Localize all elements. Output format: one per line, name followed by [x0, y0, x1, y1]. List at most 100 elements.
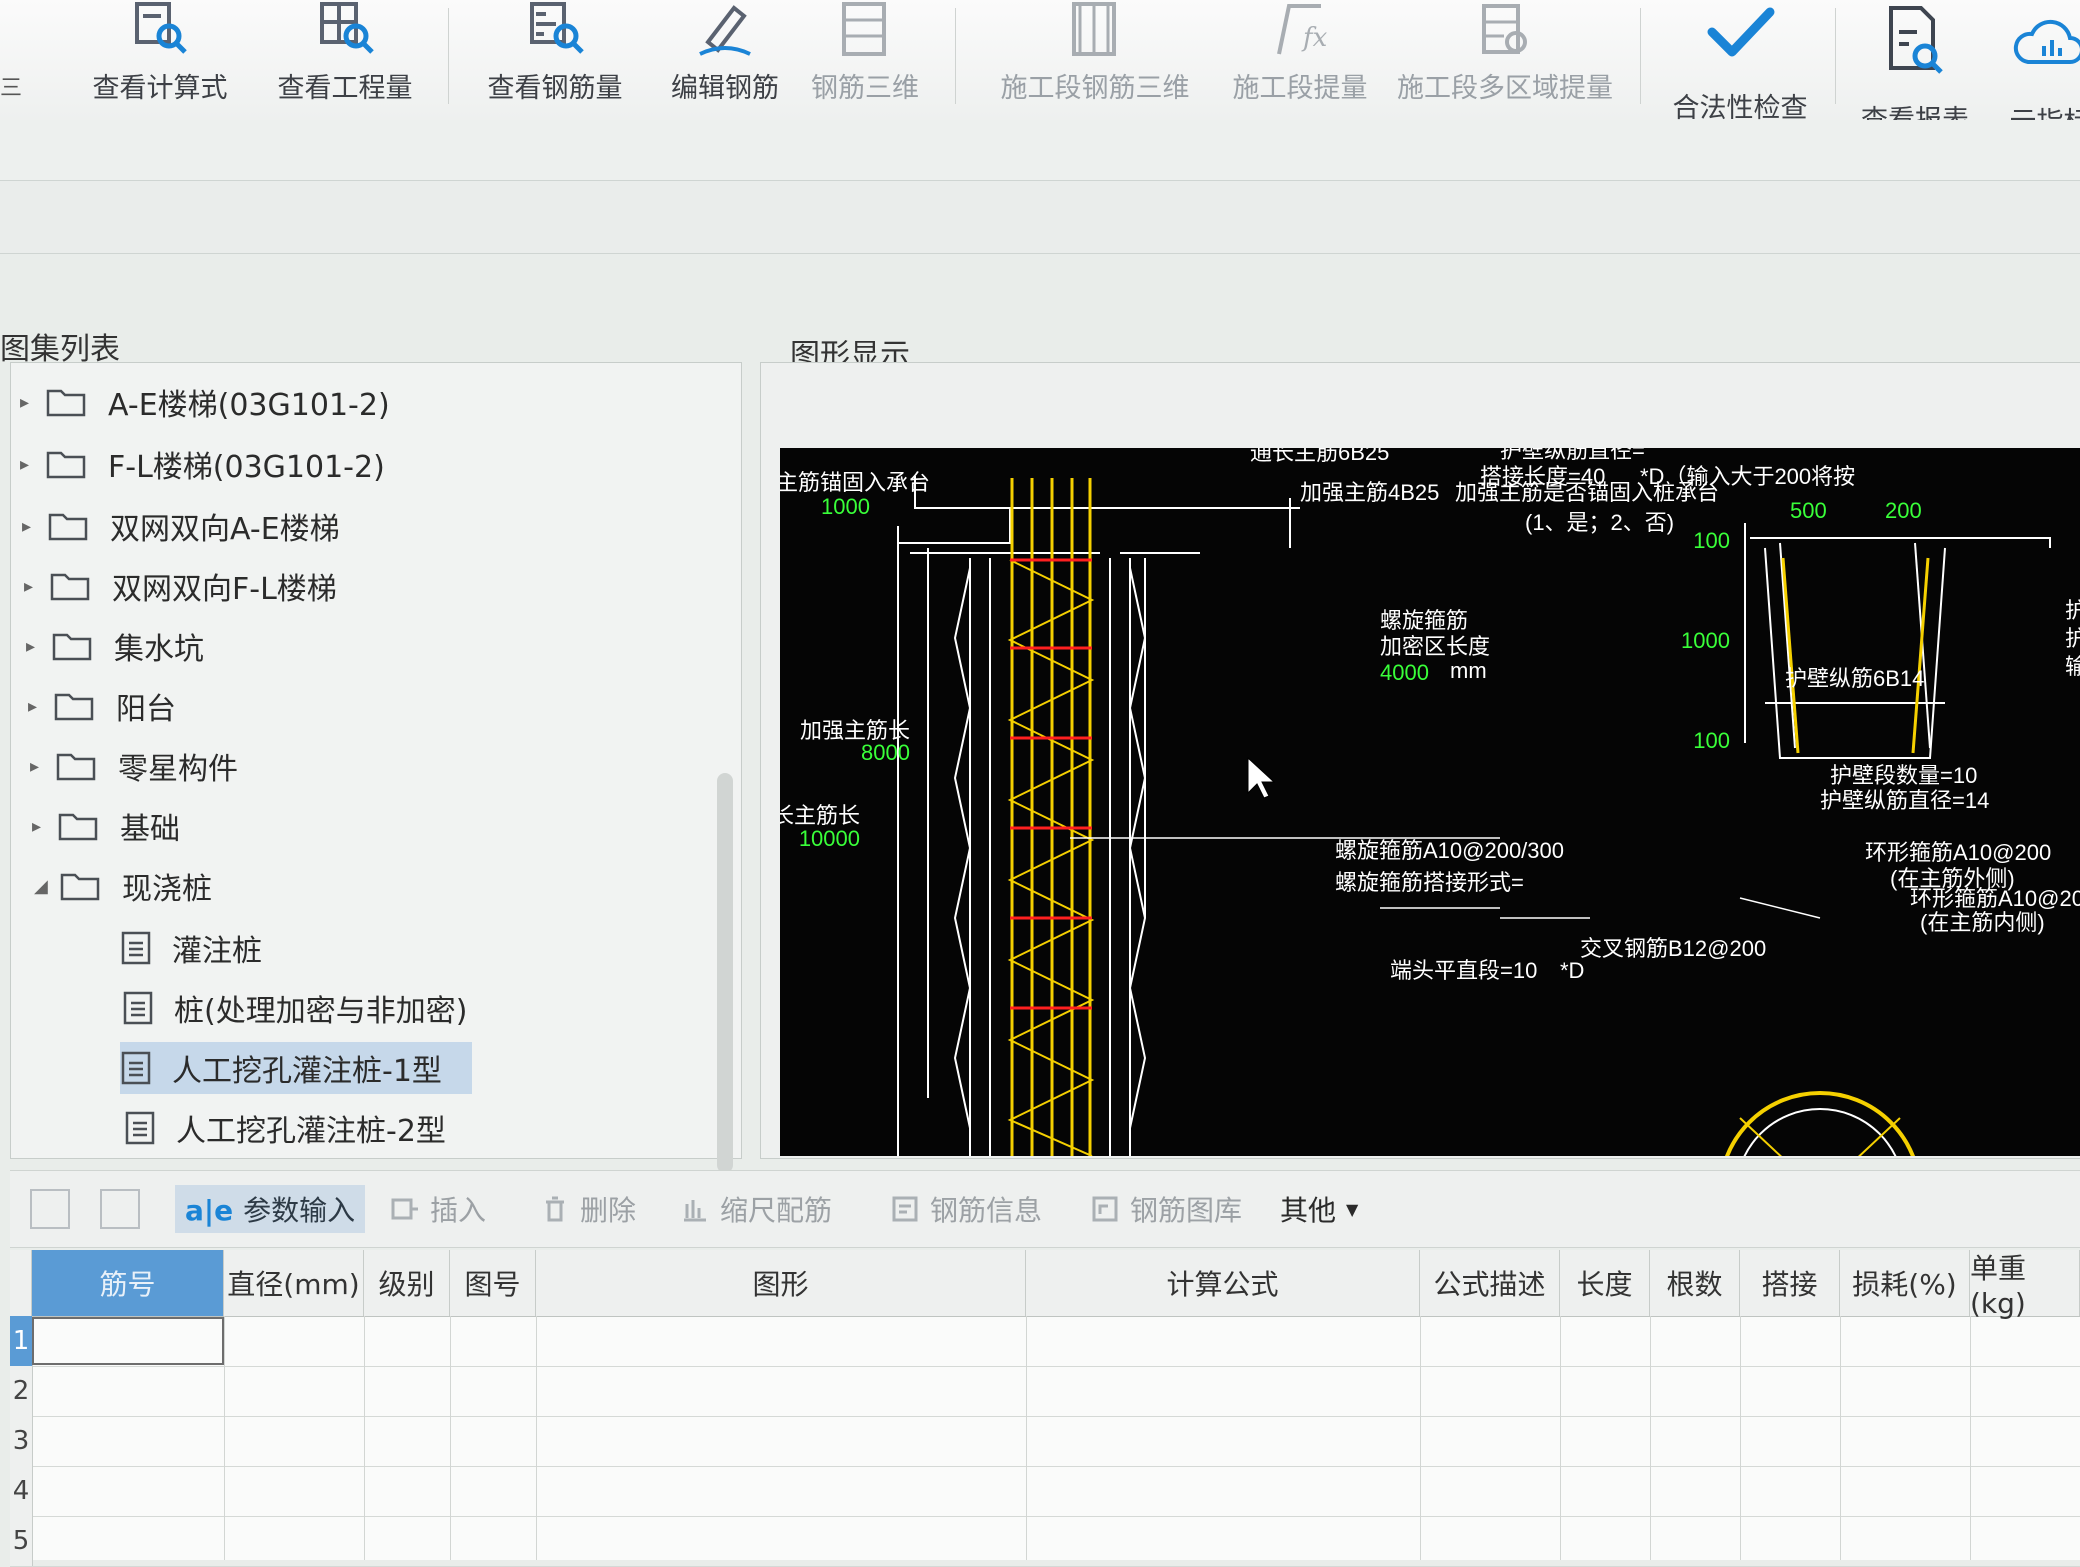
collapse-arrow-icon[interactable]: ▸: [20, 454, 46, 475]
tree-item-label: 桩(处理加密与非加密): [174, 994, 468, 1029]
row-number[interactable]: 1: [10, 1316, 33, 1366]
param-input-icon: a|e: [185, 1194, 234, 1227]
ribbon-separator: [448, 8, 449, 104]
tree-item[interactable]: ▸ 阳台: [28, 680, 176, 732]
column-header[interactable]: 直径(mm): [224, 1250, 364, 1316]
edit-rebar-button[interactable]: 编辑钢筋: [650, 0, 800, 118]
tree-item[interactable]: ▸ 双网双向F-L楼梯: [24, 560, 337, 612]
column-header[interactable]: 图号: [450, 1250, 536, 1316]
row-number[interactable]: 4: [10, 1466, 33, 1516]
pile-section-drawing: 主筋锚固入承台 通长主筋6B25 加强主筋是否锚固入桩承台 (1、是；2、否) …: [750, 438, 2080, 1295]
tree-item[interactable]: ▸ 零星构件: [30, 740, 238, 792]
move-up-icon[interactable]: [30, 1189, 70, 1229]
active-cell[interactable]: [32, 1317, 224, 1365]
tree-item[interactable]: ▸ 集水坑: [26, 620, 204, 672]
collapse-arrow-icon[interactable]: ▸: [28, 696, 54, 717]
column-header[interactable]: 级别: [364, 1250, 450, 1316]
dim-1000: 1000: [1681, 628, 1730, 653]
table-row[interactable]: 4: [10, 1466, 2080, 1517]
column-header[interactable]: 长度: [1560, 1250, 1650, 1316]
view-quantity-button[interactable]: 查看工程量: [255, 0, 435, 118]
folder-icon: [56, 753, 96, 781]
column-header[interactable]: 筋号: [32, 1250, 224, 1316]
stage-extract-button[interactable]: fx 施工段提量: [1215, 0, 1385, 118]
column-header[interactable]: 损耗(%): [1840, 1250, 1970, 1316]
table-row[interactable]: 2: [10, 1366, 2080, 1417]
view-formula-button[interactable]: 查看计算式: [70, 0, 250, 118]
edit-rebar-icon: [699, 5, 751, 56]
tree-item[interactable]: 人工挖孔灌注桩-1型: [120, 1042, 472, 1094]
column-divider: [1840, 1316, 1841, 1560]
label-ring-outer: 环形箍筋A10@200: [1865, 840, 2051, 865]
column-header[interactable]: 根数: [1650, 1250, 1740, 1316]
insert-icon: [391, 1198, 418, 1220]
other-dropdown[interactable]: 其他 ▼: [1280, 1185, 1358, 1233]
column-divider: [1560, 1316, 1561, 1560]
insert-button[interactable]: 插入: [390, 1185, 486, 1233]
dim-100b: 100: [1693, 728, 1730, 753]
column-header[interactable]: 单重(kg): [1970, 1250, 2080, 1320]
rebar-info-button[interactable]: 钢筋信息: [890, 1185, 1042, 1233]
collapse-arrow-icon[interactable]: ▸: [32, 816, 58, 837]
view-rebar-quantity-button[interactable]: 查看钢筋量: [470, 0, 640, 118]
chevron-down-icon: ▼: [1346, 1199, 1359, 1219]
collapse-arrow-icon[interactable]: ▸: [24, 576, 50, 597]
ribbon-menu-glyph[interactable]: 三: [0, 70, 22, 102]
cloud-index-button[interactable]: 云指标: [1995, 0, 2080, 138]
validity-check-button[interactable]: 合法性检查: [1655, 0, 1825, 124]
label-dense-len: 加密区长度: [1380, 634, 1490, 659]
row-number[interactable]: 5: [10, 1516, 33, 1566]
row-number[interactable]: 3: [10, 1416, 33, 1466]
tree-scrollbar[interactable]: [717, 773, 733, 1173]
column-divider: [1420, 1316, 1421, 1560]
scale-rebar-button[interactable]: 缩尺配筋: [680, 1185, 832, 1233]
column-header[interactable]: 计算公式: [1026, 1250, 1420, 1316]
rebar-info-icon: [892, 1196, 918, 1222]
tree-item[interactable]: ▸ 双网双向A-E楼梯: [22, 500, 340, 552]
column-header[interactable]: 搭接: [1740, 1250, 1840, 1316]
label-side-b: 护: [2065, 626, 2080, 651]
column-divider: [1650, 1316, 1651, 1560]
table-row[interactable]: 5: [10, 1516, 2080, 1567]
collapse-arrow-icon[interactable]: ▸: [30, 756, 56, 777]
ribbon-separator: [955, 8, 956, 104]
tree-item[interactable]: ▸ 基础: [32, 800, 180, 852]
view-report-button[interactable]: 查看报表: [1845, 0, 1985, 136]
collapse-arrow-icon[interactable]: ▸: [26, 636, 52, 657]
collapse-arrow-icon[interactable]: ▸: [22, 516, 48, 537]
cad-drawing-canvas[interactable]: 主筋锚固入承台 通长主筋6B25 加强主筋是否锚固入桩承台 (1、是；2、否) …: [750, 438, 2080, 1295]
stage-multi-area-extract-button[interactable]: 施工段多区域提量: [1385, 0, 1625, 118]
tree-item[interactable]: 灌注桩: [120, 922, 262, 974]
rebar-info-label: 钢筋信息: [930, 1194, 1043, 1227]
move-down-icon[interactable]: [100, 1189, 140, 1229]
tree-item[interactable]: 人工挖孔灌注桩-2型: [124, 1102, 446, 1154]
table-row[interactable]: 1: [10, 1316, 2080, 1367]
tree-item[interactable]: ▸ F-L楼梯(03G101-2): [20, 438, 385, 490]
label-spiral-splice: 螺旋箍筋搭接形式=: [1335, 870, 1524, 895]
stage-rebar-3d-icon: [1072, 2, 1116, 56]
svg-text:fx: fx: [1301, 23, 1328, 53]
expand-arrow-icon[interactable]: ◢: [34, 876, 60, 897]
tree-item[interactable]: ◢ 现浇桩: [34, 860, 212, 912]
column-header[interactable]: 图形: [536, 1250, 1026, 1316]
collapse-arrow-icon[interactable]: ▸: [20, 392, 46, 413]
label-wall-long-bar: 护壁纵筋6B14: [1785, 666, 1924, 691]
value-dense: 4000: [1380, 660, 1429, 685]
table-row[interactable]: 3: [10, 1416, 2080, 1467]
scale-rebar-icon: [684, 1200, 706, 1222]
tree-item[interactable]: ▸ A-E楼梯(03G101-2): [20, 376, 390, 428]
label-spiral-stirrup: 螺旋箍筋A10@200/300: [1335, 838, 1564, 863]
param-input-button[interactable]: a|e 参数输入: [175, 1185, 366, 1233]
label-wall-seg-count: 护壁段数量=10: [1830, 763, 1977, 788]
folder-icon: [58, 813, 98, 841]
rebar-3d-icon: [842, 2, 886, 56]
column-header[interactable]: 公式描述: [1420, 1250, 1560, 1316]
rebar-library-button[interactable]: 钢筋图库: [1090, 1185, 1242, 1233]
row-number[interactable]: 2: [10, 1366, 33, 1416]
rebar-3d-label: 钢筋三维: [811, 73, 919, 104]
rebar-3d-button[interactable]: 钢筋三维: [800, 0, 930, 118]
tree-item[interactable]: 桩(处理加密与非加密): [122, 982, 467, 1034]
delete-button[interactable]: 删除: [540, 1185, 636, 1233]
stage-rebar-3d-button[interactable]: 施工段钢筋三维: [975, 0, 1215, 118]
ribbon-toolbar: 三 查看计算式 查看工程量 查看钢筋量 编辑钢筋 钢筋三维 施工段钢筋三维 fx…: [0, 0, 2080, 138]
